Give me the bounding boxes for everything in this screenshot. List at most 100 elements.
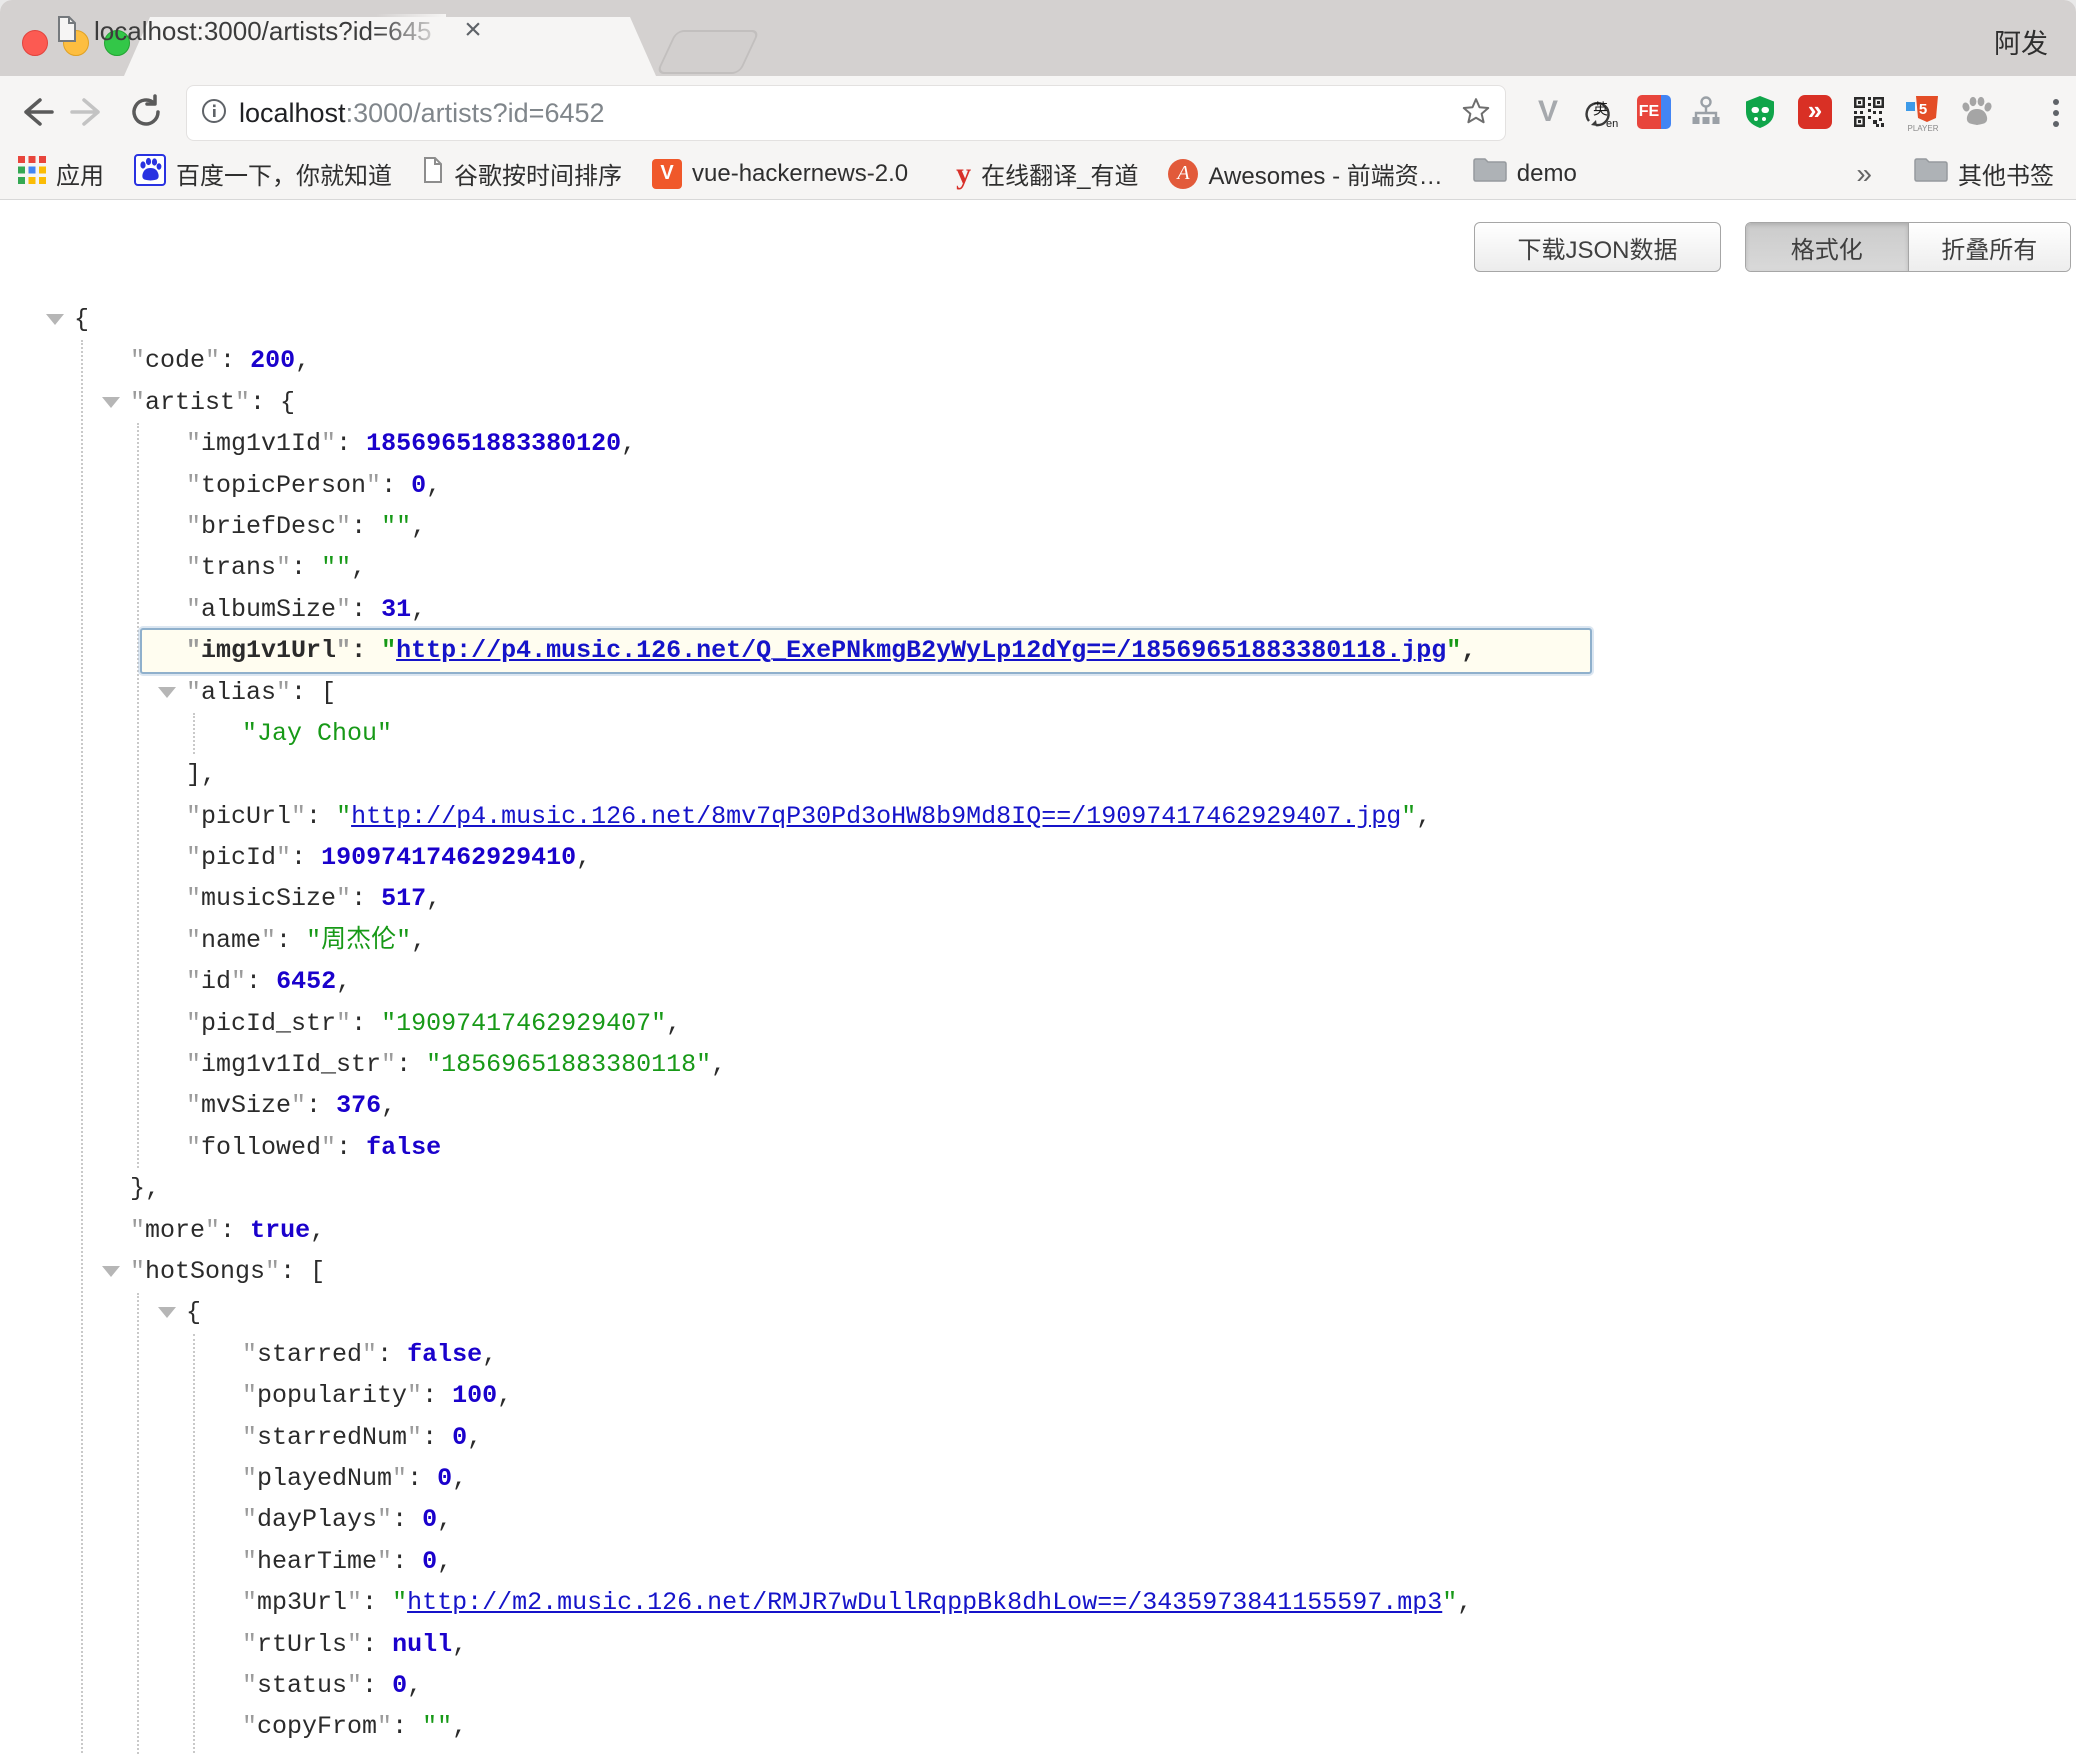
bookmark-label: Awesomes - 前端资… [1208, 156, 1442, 191]
collapse-triangle-icon[interactable] [158, 687, 176, 698]
json-token: dayPlays [257, 1505, 377, 1534]
svg-text:en: en [1606, 118, 1618, 130]
json-url-link[interactable]: http://p4.music.126.net/8mv7qP30Pd3oHW8b… [351, 802, 1401, 831]
json-punct: : [392, 1547, 422, 1576]
json-url-link[interactable]: http://m2.music.126.net/RMJR7wDullRqppBk… [407, 1588, 1442, 1617]
json-row: "code": 200, [0, 340, 2076, 381]
json-token: rtUrls [257, 1630, 347, 1659]
bookmark-baidu[interactable]: 百度一下，你就知道 [134, 154, 392, 193]
json-key: "status" [242, 1671, 362, 1700]
bookmark-vue-hackernews[interactable]: V vue-hackernews-2.0 [652, 159, 908, 189]
json-token: alias [201, 678, 276, 707]
json-row: "trans": "", [0, 547, 2076, 588]
collapse-triangle-icon[interactable] [102, 1266, 120, 1277]
forward-button[interactable] [68, 92, 108, 132]
browser-menu-icon[interactable] [2050, 98, 2062, 128]
json-row: "dayPlays": 0, [0, 1499, 2076, 1540]
json-number: 0 [392, 1671, 407, 1700]
json-row: "img1v1Id_str": "18569651883380118", [0, 1044, 2076, 1085]
json-punct: : [381, 471, 411, 500]
download-json-button[interactable]: 下载JSON数据 [1474, 222, 1721, 272]
json-key: "playedNum" [242, 1464, 407, 1493]
json-token: " [1401, 802, 1416, 831]
media-download-extension-icon[interactable]: » [1795, 90, 1835, 134]
bookmark-google-sort[interactable]: 谷歌按时间排序 [422, 156, 622, 191]
json-punct: : [422, 1381, 452, 1410]
json-token: " [186, 429, 201, 458]
json-row: "picId_str": "19097417462929407", [0, 1003, 2076, 1044]
json-string: "19097417462929407" [381, 1009, 666, 1038]
bookmark-apps[interactable]: 应用 [18, 156, 104, 191]
json-token: " [186, 678, 201, 707]
json-viewer: {"code": 200,"artist": {"img1v1Id": 1856… [0, 299, 2076, 1754]
collapse-triangle-icon[interactable] [102, 397, 120, 408]
json-number: 0 [422, 1505, 437, 1534]
collapse-triangle-icon[interactable] [158, 1307, 176, 1318]
url-text[interactable]: localhost:3000/artists?id=6452 [239, 98, 605, 129]
json-punct: : [377, 1340, 407, 1369]
close-window-button[interactable] [22, 30, 48, 56]
json-key: "starredNum" [242, 1423, 422, 1452]
json-row: "followed": false [0, 1127, 2076, 1168]
json-key: "picUrl" [186, 802, 306, 831]
json-token: " [347, 1588, 362, 1617]
bookmark-star-icon[interactable] [1461, 96, 1491, 131]
json-key: "hotSongs" [130, 1257, 280, 1286]
json-token: " [392, 1464, 407, 1493]
tampermonkey-extension-icon[interactable] [1740, 90, 1780, 134]
format-button[interactable]: 格式化 [1746, 223, 1909, 271]
tab-close-icon[interactable]: × [456, 12, 490, 48]
json-punct: { [186, 1298, 201, 1327]
svg-text:PLAYER: PLAYER [1908, 124, 1939, 132]
json-key: "mvSize" [186, 1091, 306, 1120]
fe-helper-extension-icon[interactable]: FE [1634, 90, 1674, 134]
other-bookmarks-folder[interactable]: 其他书签 [1914, 156, 2054, 191]
bookmark-label: 百度一下，你就知道 [176, 156, 392, 191]
bookmark-demo-folder[interactable]: demo [1473, 157, 1577, 190]
navigation-toolbar: localhost:3000/artists?id=6452 V 英en FE … [0, 76, 2076, 148]
json-token: briefDesc [201, 512, 336, 541]
json-token: " [186, 595, 201, 624]
json-token: " [242, 1505, 257, 1534]
site-info-icon[interactable] [201, 98, 227, 129]
html5-player-extension-icon[interactable]: 5PLAYER [1903, 90, 1943, 134]
json-token: " [261, 926, 276, 955]
json-token: albumSize [201, 595, 336, 624]
json-token: " [265, 1257, 280, 1286]
json-boolean: false [407, 1340, 482, 1369]
bookmark-awesomes[interactable]: A Awesomes - 前端资… [1168, 156, 1442, 191]
json-key: "more" [130, 1216, 220, 1245]
json-token: more [145, 1216, 205, 1245]
json-punct: , [711, 1050, 726, 1079]
bookmark-youdao[interactable]: y 在线翻译_有道 [956, 156, 1138, 191]
json-token: " [186, 1050, 201, 1079]
json-token: picId [201, 843, 276, 872]
paw-extension-icon[interactable] [1957, 90, 1997, 134]
json-token: " [186, 1133, 201, 1162]
json-token: artist [145, 388, 235, 417]
collapse-triangle-icon[interactable] [46, 314, 64, 325]
json-punct: }, [130, 1174, 160, 1203]
json-punct: : [306, 1091, 336, 1120]
json-url-link[interactable]: http://p4.music.126.net/Q_ExePNkmgB2yWyL… [396, 636, 1446, 665]
back-button[interactable] [16, 92, 56, 132]
json-number: 517 [381, 884, 426, 913]
translate-extension-icon[interactable]: 英en [1580, 90, 1620, 134]
collapse-all-button[interactable]: 折叠所有 [1909, 223, 2071, 271]
vue-devtools-extension-icon[interactable]: V [1528, 90, 1568, 134]
new-tab-button[interactable] [656, 30, 761, 74]
sitemap-extension-icon[interactable] [1686, 90, 1726, 134]
json-key: "rtUrls" [242, 1630, 362, 1659]
json-key: "img1v1Url" [186, 636, 351, 665]
json-token: " [347, 1630, 362, 1659]
json-token: img1v1Url [201, 636, 336, 665]
reload-button[interactable] [126, 92, 166, 132]
qr-code-extension-icon[interactable] [1849, 90, 1889, 134]
json-token: " [130, 1216, 145, 1245]
json-token: hotSongs [145, 1257, 265, 1286]
bookmarks-overflow-icon[interactable]: » [1856, 158, 1872, 190]
json-key: "alias" [186, 678, 291, 707]
json-token: " [130, 346, 145, 375]
bookmark-label: 在线翻译_有道 [981, 156, 1138, 191]
address-bar[interactable]: localhost:3000/artists?id=6452 [186, 85, 1506, 141]
